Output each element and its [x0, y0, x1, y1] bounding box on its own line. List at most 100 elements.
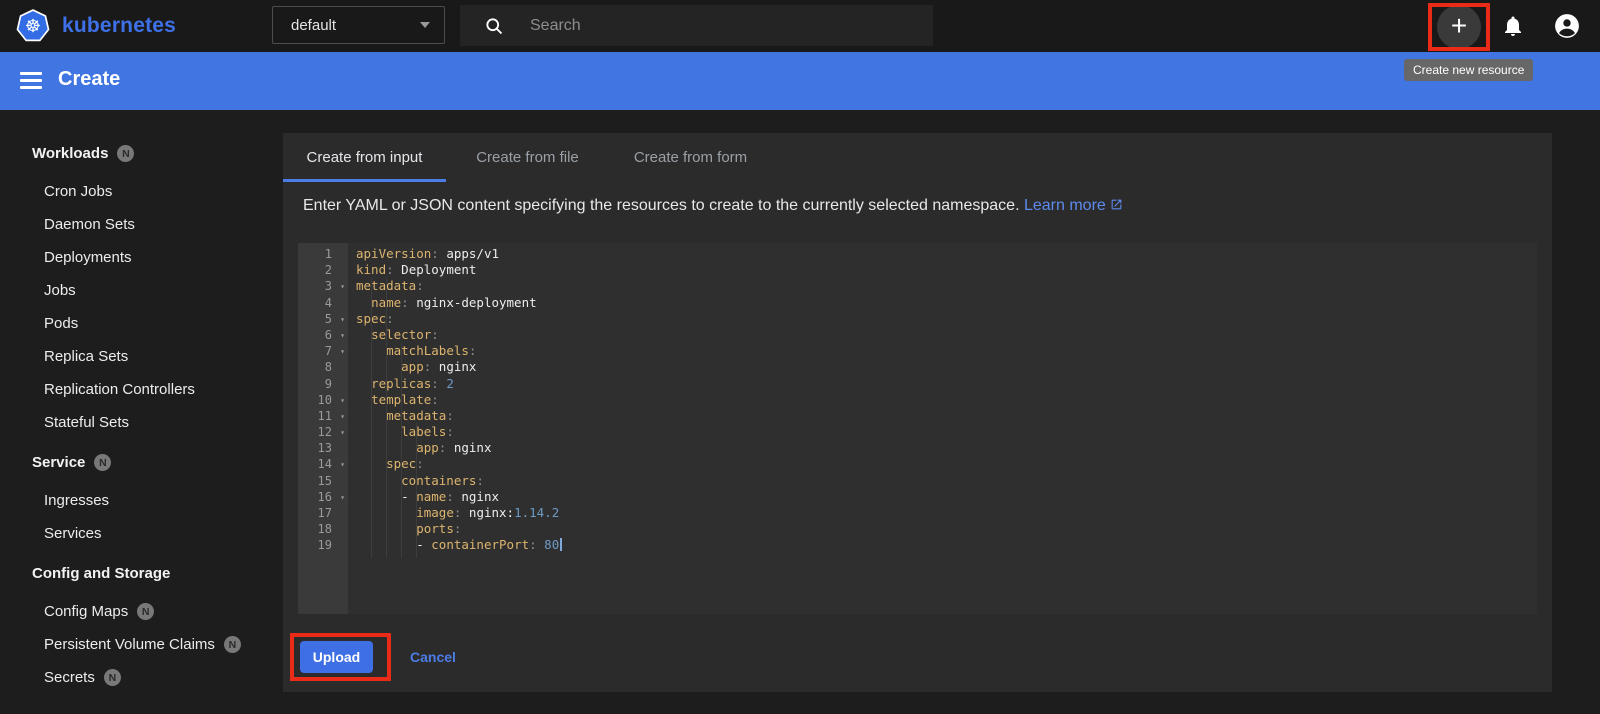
tab-create-from-file[interactable]: Create from file [446, 133, 609, 182]
line-number: 7 ▾ [298, 343, 348, 359]
line-number: 12 ▾ [298, 424, 348, 440]
brand[interactable]: ☸ kubernetes [16, 8, 176, 44]
line-number: 11 ▾ [298, 408, 348, 424]
sidebar-item-deployments[interactable]: Deployments [0, 241, 283, 274]
sidebar-item-label: Secrets [44, 669, 95, 686]
line-number: 17 [317, 506, 332, 520]
search-bar[interactable] [460, 5, 933, 46]
sidebar-item-persistent-volume-claims[interactable]: Persistent Volume Claims N [0, 628, 283, 661]
indent-guide [416, 423, 417, 558]
code-token: labels [401, 424, 447, 440]
tab-create-from-form[interactable]: Create from form [609, 133, 772, 182]
sidebar-item-daemon-sets[interactable]: Daemon Sets [0, 208, 283, 241]
code-line-16: - name: nginx [356, 489, 1537, 505]
code-token: : [416, 278, 424, 294]
tab-create-from-input[interactable]: Create from input [283, 133, 446, 182]
code-token: name [416, 488, 447, 504]
sidebar-item-label: Services [44, 525, 102, 542]
code-line-13: app: nginx [356, 440, 1537, 456]
code-token: kind [356, 262, 387, 278]
sidebar-section-service[interactable]: Service N [0, 446, 283, 479]
sidebar-item-pods[interactable]: Pods [0, 307, 283, 340]
add-resource-button[interactable]: + [1437, 5, 1481, 49]
code-token: : [431, 391, 439, 407]
code-line-6: selector: [356, 327, 1537, 343]
top-app-bar: ☸ kubernetes default + [0, 0, 1600, 52]
sidebar-item-jobs[interactable]: Jobs [0, 274, 283, 307]
sidebar-item-cron-jobs[interactable]: Cron Jobs [0, 175, 283, 208]
code-token: : [431, 375, 439, 391]
sidebar-item-label: Jobs [44, 282, 76, 299]
line-number: 10 ▾ [298, 392, 348, 408]
sidebar-item-ingresses[interactable]: Ingresses [0, 484, 283, 517]
plus-icon: + [1450, 10, 1468, 41]
sidebar-section-items: Config Maps N Persistent Volume Claims N Sec… [0, 595, 283, 694]
code-token: app [401, 359, 424, 375]
namespaced-badge: N [137, 603, 155, 620]
code-token: : [431, 326, 439, 342]
line-number: 16 ▾ [298, 489, 348, 505]
code-token: : [446, 488, 454, 504]
namespace-selected-value: default [291, 16, 337, 34]
sidebar-item-stateful-sets[interactable]: Stateful Sets [0, 406, 283, 439]
learn-more-link[interactable]: Learn more [1024, 197, 1123, 214]
sidebar-item-label: Stateful Sets [44, 414, 130, 431]
notifications-button[interactable] [1501, 14, 1525, 38]
line-number: 6 ▾ [298, 327, 348, 343]
fold-toggle-icon[interactable]: ▾ [340, 393, 345, 409]
editor-code-area[interactable]: apiVersion: apps/v1kind: Deploymentmetad… [348, 243, 1537, 614]
sidebar-item-label: Replica Sets [44, 348, 129, 365]
yaml-editor[interactable]: 1 2 3 ▾ 4 5 ▾ 6 ▾ 7 ▾ 8 9 10 ▾ 11 ▾ 12 ▾ 13 14 ▾ 15 16 ▾ 17 18 19 a… [298, 243, 1537, 614]
fold-toggle-icon[interactable]: ▾ [340, 490, 345, 506]
upload-button[interactable]: Upload [300, 641, 373, 673]
fold-toggle-icon[interactable]: ▾ [340, 279, 345, 295]
fold-toggle-icon[interactable]: ▾ [340, 457, 345, 473]
sidebar-item-label: Pods [44, 315, 79, 332]
sidebar-item-replication-controllers[interactable]: Replication Controllers [0, 373, 283, 406]
code-token: metadata [386, 407, 447, 423]
fold-toggle-icon[interactable]: ▾ [340, 344, 345, 360]
sidebar-item-secrets[interactable]: Secrets N [0, 661, 283, 694]
code-line-5: spec: [356, 311, 1537, 327]
cancel-button[interactable]: Cancel [400, 641, 466, 673]
fold-toggle-icon[interactable]: ▾ [340, 328, 345, 344]
code-token: apiVersion [356, 246, 432, 261]
line-number: 3 ▾ [298, 278, 348, 294]
indent-guide [371, 278, 372, 558]
namespaced-badge: N [103, 669, 121, 686]
sidebar-item-label: Persistent Volume Claims [44, 636, 215, 653]
namespaced-badge: N [94, 454, 112, 471]
namespace-selector[interactable]: default [272, 6, 445, 44]
code-token: : [386, 310, 394, 326]
search-input[interactable] [530, 16, 890, 35]
line-number: 5 ▾ [298, 311, 348, 327]
sidebar-section-config-and-storage[interactable]: Config and Storage [0, 557, 283, 590]
bell-icon [1505, 16, 1521, 36]
menu-button[interactable] [20, 72, 42, 89]
sidebar-section-items: Cron Jobs Daemon Sets Deployments Jobs Pods R… [0, 175, 283, 439]
code-line-8: app: nginx [356, 359, 1537, 375]
description-row: Enter YAML or JSON content specifying th… [303, 197, 1123, 216]
account-circle-icon [1555, 14, 1579, 38]
account-button[interactable] [1554, 13, 1580, 39]
code-token: Deployment [393, 262, 477, 278]
editor-gutter: 1 2 3 ▾ 4 5 ▾ 6 ▾ 7 ▾ 8 9 10 ▾ 11 ▾ 12 ▾ 13 14 ▾ 15 16 ▾ 17 18 19 [298, 243, 348, 614]
chevron-down-icon [420, 22, 430, 28]
code-line-4: name: nginx-deployment [356, 295, 1537, 311]
fold-toggle-icon[interactable]: ▾ [340, 312, 345, 328]
line-number: 18 [317, 522, 332, 537]
external-link-icon [1110, 198, 1123, 216]
code-token: : [401, 294, 409, 310]
sidebar-item-label: Ingresses [44, 492, 110, 509]
fold-toggle-icon[interactable]: ▾ [340, 409, 345, 425]
fold-toggle-icon[interactable]: ▾ [340, 425, 345, 441]
sidebar-section-workloads[interactable]: Workloads N [0, 137, 283, 170]
code-token: 80 [536, 537, 560, 553]
code-line-17: image: nginx:1.14.2 [356, 505, 1537, 521]
kubernetes-logo-icon: ☸ [16, 9, 50, 43]
sidebar-item-config-maps[interactable]: Config Maps N [0, 595, 283, 628]
sidebar-item-label: Cron Jobs [44, 183, 113, 200]
sidebar-item-replica-sets[interactable]: Replica Sets [0, 340, 283, 373]
sidebar-item-services[interactable]: Services [0, 517, 283, 550]
code-token: containerPort [431, 537, 530, 553]
